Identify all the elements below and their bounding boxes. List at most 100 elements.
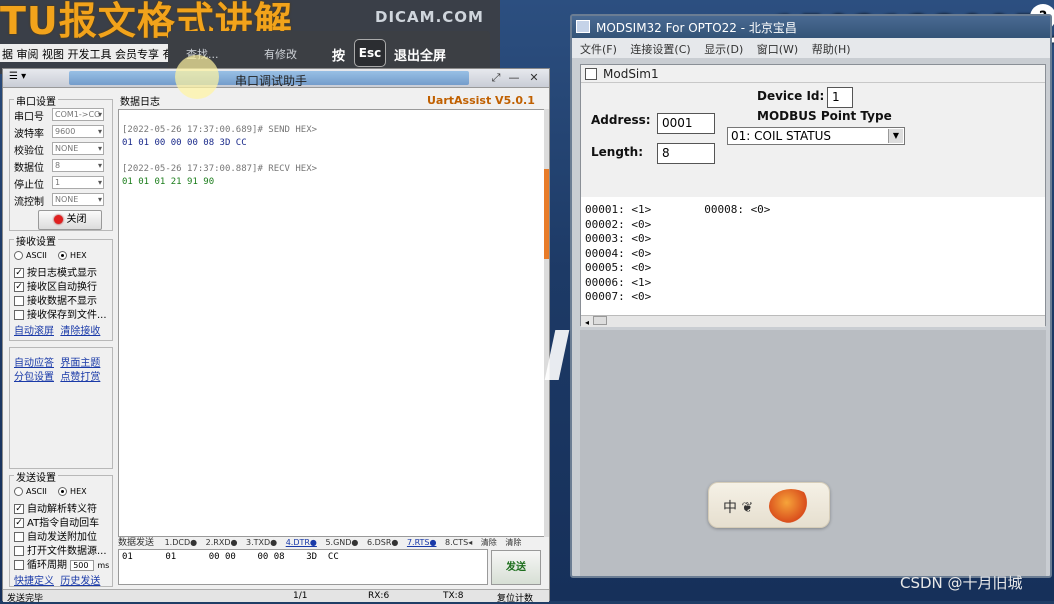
history-link[interactable]: 历史发送 <box>60 576 100 587</box>
maximize-icon[interactable]: ⤢ <box>489 71 503 85</box>
window-menu-icon[interactable]: ☰ ▾ <box>9 71 26 82</box>
close-port-button[interactable]: 关闭 <box>38 210 102 230</box>
check-hide-data[interactable]: 接收数据不显示 <box>14 292 97 307</box>
scroll-thumb[interactable] <box>593 316 608 325</box>
receive-links: 自动滚屏 清除接收 <box>14 322 100 337</box>
menu-display[interactable]: 显示(D) <box>704 43 743 56</box>
pin-dtr[interactable]: 4.DTR● <box>286 538 317 547</box>
shortcut-link[interactable]: 快捷定义 <box>14 576 54 587</box>
grid-hscrollbar[interactable]: ◂ <box>581 315 1045 327</box>
tip-link[interactable]: 点赞打赏 <box>60 372 100 383</box>
check-escape[interactable]: ✓ 自动解析转义符 <box>14 500 97 515</box>
port-settings-title: 串口设置 <box>14 93 58 108</box>
modsim-form: Device Id: 1 Address: 0001 MODBUS Point … <box>583 85 1043 187</box>
scroll-left-icon[interactable]: ◂ <box>585 318 589 327</box>
reset-count-button[interactable]: 复位计数 <box>497 591 533 604</box>
document-icon <box>585 68 597 80</box>
stopbits-select[interactable]: 1 <box>52 176 104 189</box>
check-log-mode[interactable]: ✓ 按日志模式显示 <box>14 264 97 279</box>
parity-select[interactable]: NONE <box>52 142 104 155</box>
register-row[interactable]: 00006: <1> <box>585 276 1045 291</box>
receive-format-radios: ASCII HEX <box>14 250 87 261</box>
device-id-input[interactable]: 1 <box>827 87 853 108</box>
port-select[interactable]: COM1->CO <box>52 108 104 121</box>
ime-text: 中 ❦ <box>723 500 754 516</box>
menu-help[interactable]: 帮助(H) <box>812 43 851 56</box>
check-file-source[interactable]: 打开文件数据源... <box>14 542 107 557</box>
point-type-label: MODBUS Point Type <box>757 109 892 123</box>
address-label: Address: <box>591 113 651 127</box>
pin-rxd: 2.RXD● <box>205 538 238 547</box>
packet-link[interactable]: 分包设置 <box>14 372 54 383</box>
radio-ascii[interactable] <box>14 486 23 496</box>
check-auto-wrap[interactable]: ✓ 接收区自动换行 <box>14 278 97 293</box>
send-button[interactable]: 发送 <box>491 550 541 585</box>
log-send-data: 01 01 00 00 00 08 3D CC <box>122 138 247 148</box>
radio-hex[interactable] <box>58 250 68 260</box>
register-row[interactable]: 00002: <0> <box>585 218 1045 233</box>
register-row[interactable]: 00003: <0> <box>585 232 1045 247</box>
radio-ascii[interactable] <box>14 250 23 260</box>
log-recv-data: 01 01 01 21 91 90 <box>122 177 215 187</box>
send-format-radios: ASCII HEX <box>14 486 87 497</box>
ime-status-chip[interactable]: 中 ❦ <box>708 482 830 528</box>
checkbox[interactable]: ✓ <box>14 504 24 514</box>
checkbox[interactable] <box>14 560 24 570</box>
clear-button[interactable]: 清除 <box>481 538 497 547</box>
databits-select[interactable]: 8 <box>52 159 104 172</box>
register-grid[interactable]: 00001: <1> 00008: <0> 00002: <0> 00003: … <box>581 197 1045 315</box>
close-icon[interactable]: ✕ <box>527 71 541 85</box>
register-row[interactable]: 00001: <1> 00008: <0> <box>585 203 1045 218</box>
register-row[interactable]: 00007: <0> <box>585 290 1045 305</box>
address-input[interactable]: 0001 <box>657 113 715 134</box>
field-label: 校验位 <box>14 146 44 157</box>
send-tab[interactable]: 数据发送 <box>118 538 154 548</box>
pin-rts[interactable]: 7.RTS● <box>407 538 437 547</box>
esc-key[interactable]: Esc <box>354 39 386 67</box>
modify-hint: 有修改 <box>264 48 297 61</box>
cycle-input[interactable]: 500 <box>70 560 95 571</box>
check-append[interactable]: 自动发送附加位 <box>14 528 97 543</box>
child-titlebar: ModSim1 <box>581 65 1045 83</box>
log-tab[interactable]: 数据日志 <box>120 93 160 108</box>
checkbox[interactable]: ✓ <box>14 282 24 292</box>
menu-file[interactable]: 文件(F) <box>580 43 617 56</box>
exit-fullscreen-text: 退出全屏 <box>394 49 447 64</box>
menu-window[interactable]: 窗口(W) <box>757 43 798 56</box>
log-scrollbar[interactable] <box>544 109 549 537</box>
flow-select[interactable]: NONE <box>52 193 104 206</box>
receive-settings-group: 接收设置 ASCII HEX ✓ 按日志模式显示 ✓ 接收区自动换行 接收数据不显示… <box>9 233 113 341</box>
send-settings-group: 发送设置 ASCII HEX ✓ 自动解析转义符 ✓ AT指令自动回车 自动发送附加… <box>9 469 113 587</box>
checkbox[interactable] <box>14 310 24 320</box>
minimize-icon[interactable]: — <box>507 71 521 85</box>
field-port: 串口号 <box>14 108 44 123</box>
clear-receive-link[interactable]: 清除接收 <box>60 326 100 337</box>
log-area[interactable]: [2022-05-26 17:37:00.689]# SEND HEX> 01 … <box>118 109 545 537</box>
pin-cts: 8.CTS◂ <box>445 538 473 547</box>
csdn-watermark: CSDN @十月旧城 <box>900 574 1023 592</box>
menu-connect[interactable]: 连接设置(C) <box>630 43 690 56</box>
field-baud: 波特率 <box>14 125 44 140</box>
point-type-select[interactable]: 01: COIL STATUS <box>727 127 905 145</box>
send-input[interactable]: 01 01 00 00 00 08 3D CC <box>118 549 488 585</box>
check-at-cr[interactable]: ✓ AT指令自动回车 <box>14 514 99 529</box>
checkbox[interactable] <box>14 546 24 556</box>
register-row[interactable]: 00005: <0> <box>585 261 1045 276</box>
port-settings-group: 串口设置 串口号 COM1->CO 波特率 9600 校验位 NONE 数据位 … <box>9 93 113 231</box>
modsim-titlebar: MODSIM32 For OPTO22 - 北京宝昌 <box>572 16 1050 38</box>
baud-select[interactable]: 9600 <box>52 125 104 138</box>
radio-hex[interactable] <box>58 486 68 496</box>
tx-count: TX:8 <box>443 591 464 601</box>
mdi-client-area <box>580 330 1046 576</box>
auto-scroll-link[interactable]: 自动滚屏 <box>14 326 54 337</box>
checkbox[interactable]: ✓ <box>14 518 24 528</box>
length-input[interactable]: 8 <box>657 143 715 164</box>
checkbox[interactable] <box>14 296 24 306</box>
clear-button[interactable]: 清除 <box>505 538 521 547</box>
register-row[interactable]: 00004: <0> <box>585 247 1045 262</box>
checkbox[interactable]: ✓ <box>14 268 24 278</box>
checkbox[interactable] <box>14 532 24 542</box>
field-databits: 数据位 <box>14 159 44 174</box>
check-save-file[interactable]: 接收保存到文件... <box>14 306 107 321</box>
log-timestamp: [2022-05-26 17:37:00.887]# RECV HEX> <box>122 164 318 174</box>
